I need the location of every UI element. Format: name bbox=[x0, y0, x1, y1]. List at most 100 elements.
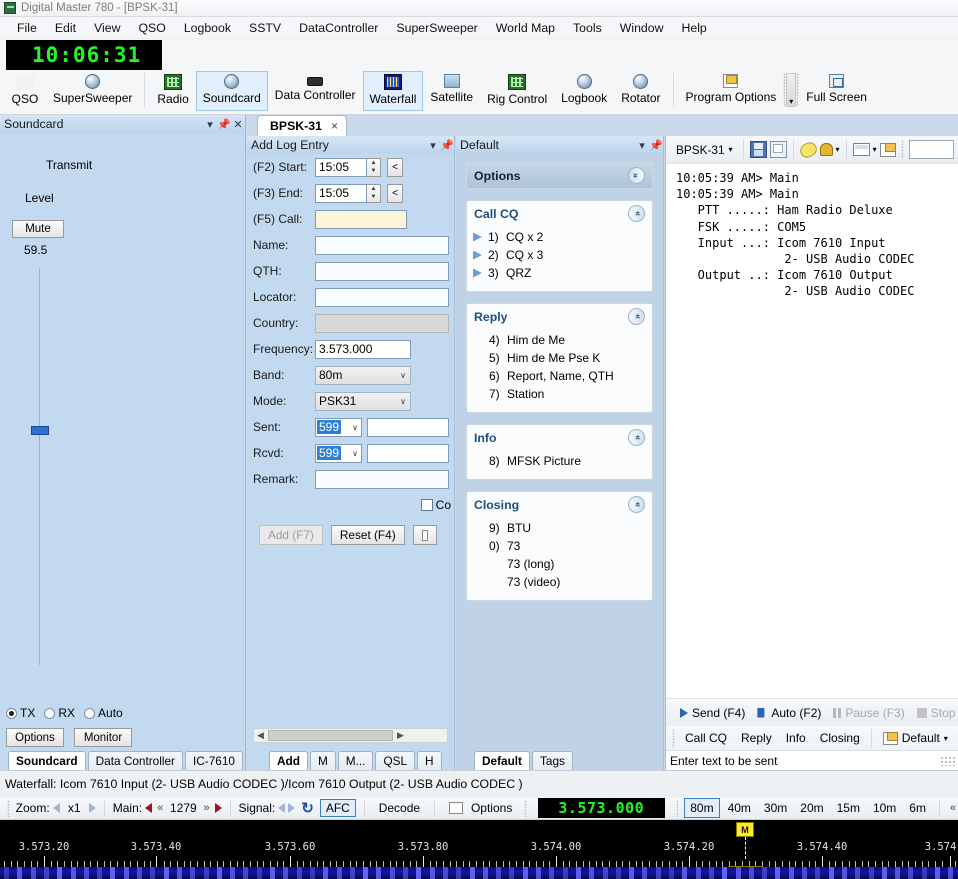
log-field-end[interactable]: 15:05 bbox=[315, 183, 367, 203]
toolbar-button-rotator[interactable]: Rotator bbox=[614, 71, 667, 111]
waterfall-marker[interactable]: M bbox=[736, 822, 754, 859]
print-preview-icon[interactable] bbox=[769, 141, 787, 158]
layout-icon[interactable] bbox=[852, 143, 870, 156]
toolbar-grip[interactable] bbox=[900, 140, 904, 159]
main-prev-icon[interactable] bbox=[145, 803, 153, 813]
macro-group-options-header[interactable]: Options » bbox=[467, 163, 652, 188]
soundcard-tab-soundcard[interactable]: Soundcard bbox=[8, 751, 86, 770]
log-options-icon[interactable] bbox=[412, 525, 437, 545]
menu-item-window[interactable]: Window bbox=[611, 19, 673, 37]
log-field-band[interactable]: 80m ∨ bbox=[315, 365, 411, 385]
soundcard-monitor-button[interactable]: Monitor bbox=[74, 728, 132, 747]
terminal-auto-button[interactable]: Auto (F2) bbox=[751, 704, 827, 722]
chevron-double-up-icon[interactable]: » bbox=[628, 429, 645, 446]
toolbar-button-data-controller[interactable]: Data Controller bbox=[268, 71, 363, 111]
chevron-down-icon[interactable]: ▾ bbox=[635, 138, 649, 152]
log-field-sent-extra[interactable] bbox=[367, 417, 449, 437]
resize-grip-icon[interactable] bbox=[940, 755, 956, 766]
document-tab-bpsk31[interactable]: BPSK-31 × bbox=[257, 115, 347, 136]
toolbar-grip[interactable] bbox=[672, 728, 675, 748]
signal-next-icon[interactable] bbox=[288, 803, 296, 813]
log-tab-h[interactable]: H bbox=[417, 751, 442, 770]
macro-group-header-info[interactable]: Info » bbox=[467, 425, 652, 450]
log-field-sent[interactable]: 599 ∨ bbox=[315, 417, 362, 437]
pin-icon[interactable]: 📌 bbox=[649, 138, 663, 152]
log-field-qth[interactable] bbox=[315, 261, 449, 281]
signal-prev-icon[interactable] bbox=[278, 803, 286, 813]
menu-item-sstv[interactable]: SSTV bbox=[240, 19, 290, 37]
level-slider-thumb[interactable] bbox=[31, 426, 49, 435]
terminal-macro-call-cq[interactable]: Call CQ bbox=[679, 729, 733, 747]
menu-item-logbook[interactable]: Logbook bbox=[175, 19, 240, 37]
options-icon[interactable] bbox=[879, 142, 896, 157]
spinner-up-icon[interactable]: ▲ bbox=[367, 159, 380, 168]
close-icon[interactable]: ✕ bbox=[231, 117, 245, 131]
mute-button[interactable]: Mute bbox=[12, 220, 64, 238]
toolbar-grip[interactable] bbox=[7, 799, 10, 817]
macro-tab-tags[interactable]: Tags bbox=[531, 751, 573, 770]
soundcard-options-button[interactable]: Options bbox=[6, 728, 64, 747]
chevron-down-icon[interactable]: ▾ bbox=[836, 145, 840, 154]
macro-group-header-closing[interactable]: Closing » bbox=[467, 492, 652, 517]
toolbar-overflow-icon[interactable]: ▾ bbox=[786, 73, 797, 107]
toolbar-button-program-options[interactable]: Program Options bbox=[679, 71, 784, 111]
save-icon[interactable] bbox=[749, 141, 767, 158]
macro-item-73-video-[interactable]: 73 (video) bbox=[467, 573, 652, 591]
log-field-mode[interactable]: PSK31 ∨ bbox=[315, 391, 411, 411]
menu-item-view[interactable]: View bbox=[85, 19, 129, 37]
toolbar-button-waterfall[interactable]: Waterfall bbox=[362, 71, 424, 111]
band-button-80m[interactable]: 80m bbox=[684, 798, 720, 818]
chevron-down-icon[interactable]: ▾ bbox=[873, 145, 877, 154]
zoom-out-icon[interactable] bbox=[52, 803, 60, 813]
macro-item-mfsk-picture[interactable]: 8) MFSK Picture bbox=[467, 452, 652, 470]
chevron-down-icon[interactable]: ▾ bbox=[203, 117, 217, 131]
log-tab-m[interactable]: M bbox=[309, 751, 336, 770]
macro-item-station[interactable]: 7) Station bbox=[467, 385, 652, 403]
log-tab-m...[interactable]: M... bbox=[337, 751, 374, 770]
macro-item-him-de-me-pse-k[interactable]: 5) Him de Me Pse K bbox=[467, 349, 652, 367]
macro-tab-default[interactable]: Default bbox=[474, 751, 530, 770]
radio-rx[interactable]: RX bbox=[44, 706, 75, 720]
scroll-right-icon[interactable]: ▶ bbox=[394, 730, 407, 741]
macro-group-header-reply[interactable]: Reply » bbox=[467, 304, 652, 329]
copy-start-button[interactable]: < bbox=[387, 157, 403, 177]
toolbar-button-radio[interactable]: Radio bbox=[150, 71, 195, 111]
chevron-double-down-icon[interactable]: » bbox=[628, 167, 645, 184]
toolbar-button-soundcard[interactable]: Soundcard bbox=[195, 71, 268, 111]
band-button-20m[interactable]: 20m bbox=[795, 799, 828, 817]
macro-item-him-de-me[interactable]: 4) Him de Me bbox=[467, 331, 652, 349]
terminal-input-field[interactable] bbox=[908, 140, 954, 159]
chevron-double-up-icon[interactable]: » bbox=[628, 496, 645, 513]
macro-item-73-long-[interactable]: 73 (long) bbox=[467, 555, 652, 573]
spinner-up-icon[interactable]: ▲ bbox=[367, 185, 380, 194]
log-field-call[interactable] bbox=[315, 209, 407, 229]
toolbar-button-qso[interactable]: QSO bbox=[4, 71, 46, 111]
terminal-macro-closing[interactable]: Closing bbox=[814, 729, 866, 747]
macro-item-btu[interactable]: 9) BTU bbox=[467, 519, 652, 537]
waterfall-display[interactable]: M 3.573.20 3.573.40 3.573.60 3.573.80 3.574.… bbox=[0, 820, 958, 879]
confirm-checkbox[interactable] bbox=[420, 499, 433, 511]
chevron-down-icon[interactable]: ▾ bbox=[426, 138, 440, 152]
menu-item-world-map[interactable]: World Map bbox=[487, 19, 564, 37]
log-field-name[interactable] bbox=[315, 235, 449, 255]
eraser-icon[interactable] bbox=[797, 139, 819, 160]
scrollbar-thumb[interactable] bbox=[268, 730, 393, 741]
chevron-double-up-icon[interactable]: » bbox=[628, 205, 645, 222]
afc-button[interactable]: AFC bbox=[319, 799, 356, 817]
menu-item-edit[interactable]: Edit bbox=[46, 19, 85, 37]
macro-item-cq-x-2[interactable]: 1) CQ x 2 bbox=[467, 228, 652, 246]
macro-item-73[interactable]: 0) 73 bbox=[467, 537, 652, 555]
log-tab-qsl[interactable]: QSL bbox=[375, 751, 416, 770]
toolbar-button-logbook[interactable]: Logbook bbox=[554, 71, 614, 111]
decode-button[interactable]: Decode bbox=[373, 799, 426, 817]
menu-item-qso[interactable]: QSO bbox=[129, 19, 174, 37]
log-field-start[interactable]: 15:05 bbox=[315, 157, 367, 177]
chevron-double-up-icon[interactable]: » bbox=[628, 308, 645, 325]
soundcard-tab-ic-7610[interactable]: IC-7610 bbox=[184, 751, 243, 770]
copy-end-button[interactable]: < bbox=[387, 183, 403, 203]
terminal-macro-info[interactable]: Info bbox=[780, 729, 812, 747]
toolbar-button-satellite[interactable]: Satellite bbox=[423, 71, 480, 111]
level-slider-track[interactable] bbox=[39, 268, 40, 665]
spinner-start[interactable]: ▲ ▼ bbox=[367, 157, 381, 177]
macro-item-cq-x-3[interactable]: 2) CQ x 3 bbox=[467, 246, 652, 264]
